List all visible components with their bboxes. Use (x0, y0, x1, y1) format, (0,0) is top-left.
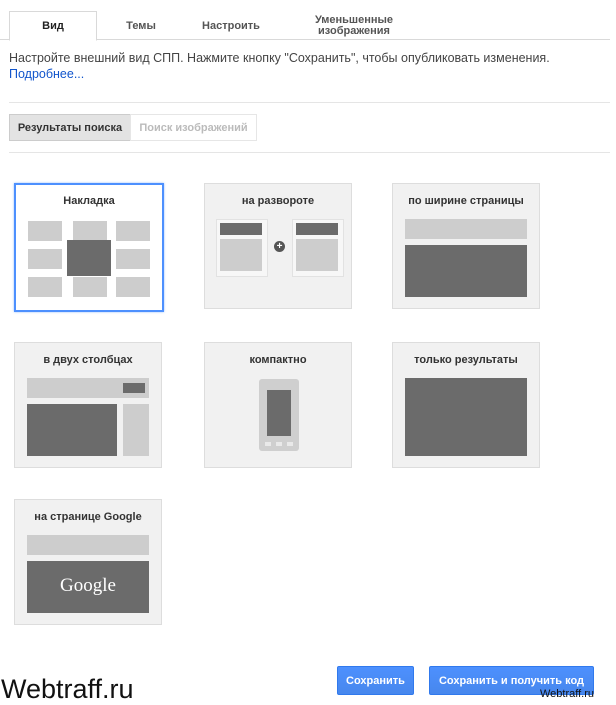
divider (9, 152, 610, 153)
layout-label: на странице Google (34, 511, 142, 523)
tab-bar: Вид Темы Настроить Уменьшенные изображен… (0, 0, 610, 41)
layout-label: только результаты (414, 354, 518, 366)
save-button[interactable]: Сохранить (337, 666, 414, 695)
layout-card-overlay[interactable]: Накладка (14, 183, 164, 312)
watermark: Webtraff.ru (1, 674, 134, 704)
segment-image-search[interactable]: Поиск изображений (130, 114, 257, 141)
layout-label: по ширине страницы (408, 195, 524, 207)
layout-card-full-width[interactable]: по ширине страницы (392, 183, 540, 309)
tab-themes[interactable]: Темы (102, 12, 180, 40)
segment-search-results[interactable]: Результаты поиска (9, 114, 131, 141)
google-logo: Google (60, 575, 116, 596)
description-text: Настройте внешний вид СПП. Нажмите кнопк… (9, 51, 550, 65)
layout-label: Накладка (63, 195, 115, 207)
tab-thumbnails[interactable]: Уменьшенные изображения (300, 12, 408, 40)
layout-card-compact[interactable]: компактно (204, 342, 352, 468)
layout-card-two-page[interactable]: на развороте + (204, 183, 352, 309)
learn-more-link[interactable]: Подробнее... (9, 67, 84, 81)
description: Настройте внешний вид СПП. Нажмите кнопк… (9, 50, 609, 82)
layout-card-two-column[interactable]: в двух столбцах (14, 342, 162, 468)
layout-label: в двух столбцах (43, 354, 133, 366)
plus-icon: + (274, 241, 285, 252)
divider (9, 102, 610, 103)
layout-label: на развороте (241, 195, 315, 207)
tab-view[interactable]: Вид (9, 11, 97, 41)
layout-label: компактно (249, 354, 307, 366)
layout-card-results-only[interactable]: только результаты (392, 342, 540, 468)
watermark: Webtraff.ru (540, 688, 595, 700)
tab-customize[interactable]: Настроить (185, 12, 277, 40)
layout-card-google-hosted[interactable]: на странице Google Google (14, 499, 162, 625)
